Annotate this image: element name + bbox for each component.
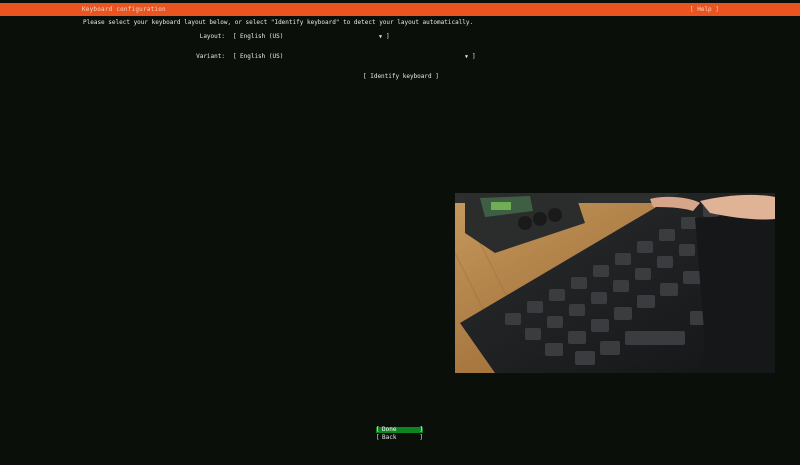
back-button[interactable]: [ Back ] (376, 435, 423, 441)
identify-keyboard-button[interactable]: [ Identify keyboard ] (363, 73, 439, 81)
page-title: Keyboard configuration (82, 6, 166, 13)
keyboard-photo (455, 193, 775, 373)
help-button[interactable]: [ Help ] (690, 6, 719, 13)
triangle-down-icon: ▼ (465, 54, 469, 60)
done-button[interactable]: [ Done ] (376, 427, 423, 433)
title-bar: Keyboard configuration [ Help ] (0, 3, 800, 16)
variant-select-value: English (US) (240, 53, 284, 60)
triangle-down-icon: ▼ (379, 34, 383, 40)
keyboard-photo-graphic (455, 193, 775, 373)
instructions-text: Please select your keyboard layout below… (83, 19, 474, 26)
done-button-label: Done (382, 426, 397, 433)
layout-select[interactable]: [ English (US) ▼ ] (233, 33, 393, 41)
variant-label: Variant: (196, 53, 225, 60)
variant-select[interactable]: [ English (US) ▼ ] (233, 53, 478, 61)
footer-buttons: [ Done ] [ Back ] (376, 427, 423, 441)
layout-label: Layout: (199, 33, 225, 40)
layout-select-value: English (US) (240, 33, 284, 40)
back-button-label: Back (382, 434, 397, 441)
